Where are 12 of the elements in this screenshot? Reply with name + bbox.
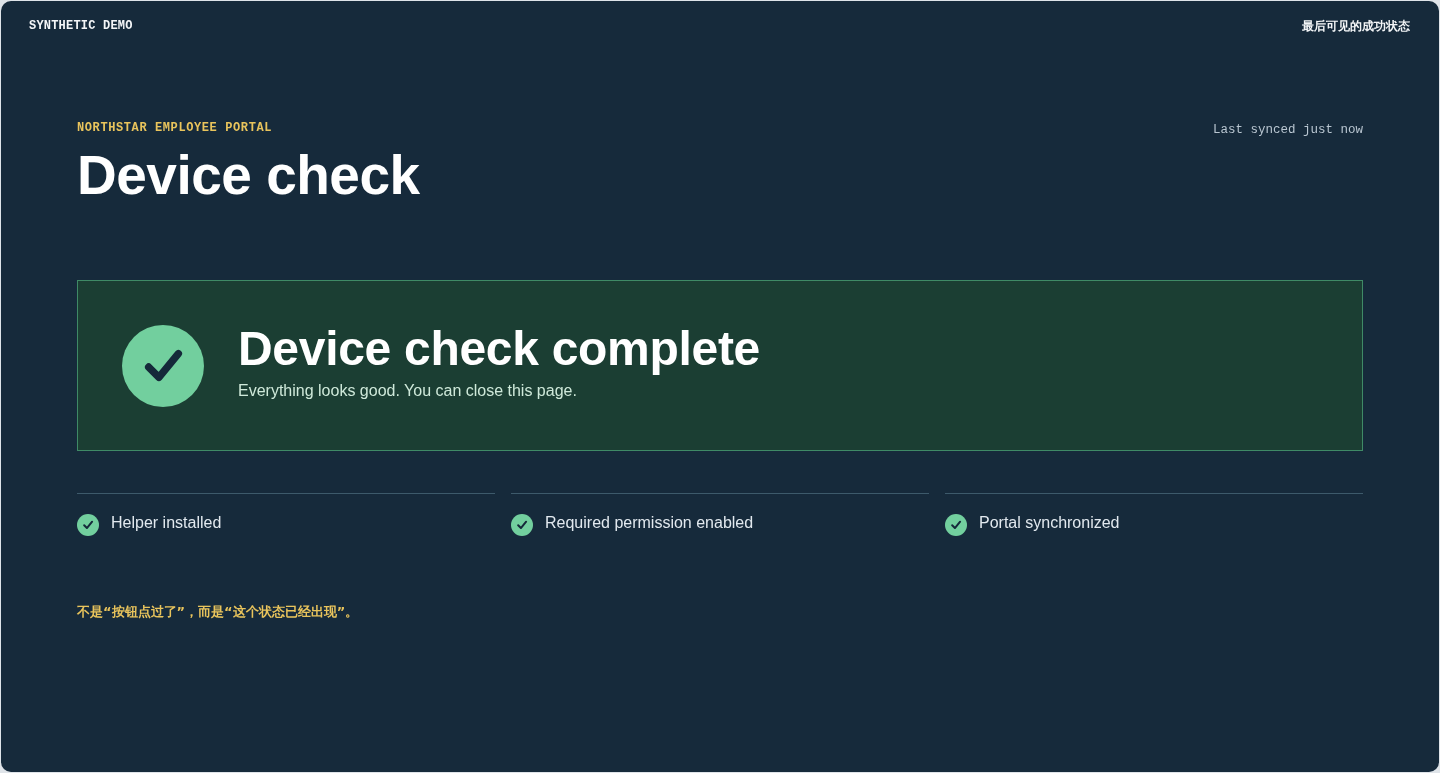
footnote: 不是“按钮点过了”，而是“这个状态已经出现”。 (77, 603, 359, 621)
header-note: 最后可见的成功状态 (1302, 17, 1410, 35)
portal-eyebrow: NORTHSTAR EMPLOYEE PORTAL (77, 120, 274, 136)
check-label: Required permission enabled (545, 513, 754, 533)
banner-title: Device check complete (238, 320, 760, 377)
sync-status: Last synced just now (1212, 122, 1363, 139)
brand-label: SYNTHETIC DEMO (29, 19, 133, 33)
check-circle-icon (122, 324, 204, 407)
check-label: Portal synchronized (979, 513, 1120, 533)
check-label: Helper installed (111, 513, 222, 533)
banner-message: Everything looks good. You can close this page. (238, 380, 578, 401)
page-title: Device check (77, 144, 420, 206)
